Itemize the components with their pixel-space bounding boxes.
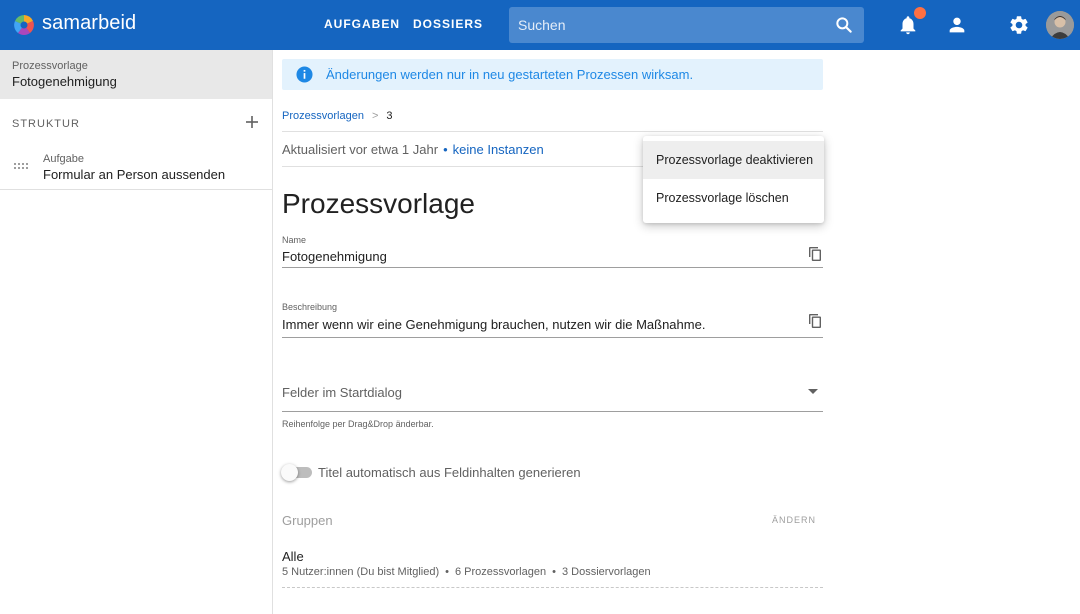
- top-app-bar: samarbeid AUFGABEN DOSSIERS: [0, 0, 1080, 50]
- description-label: Beschreibung: [282, 302, 338, 312]
- page-title: Prozessvorlage: [282, 188, 475, 219]
- name-label: Name: [282, 235, 307, 245]
- structure-heading: STRUKTUR: [12, 118, 80, 130]
- menu-item-delete[interactable]: Prozessvorlage löschen: [643, 179, 824, 217]
- nav-dossiers[interactable]: DOSSIERS: [413, 17, 483, 31]
- group-dossiers: 3 Dossiervorlagen: [561, 566, 651, 578]
- meta-dot: •: [443, 142, 448, 157]
- search-bar: [509, 7, 864, 43]
- sidebar-header-title: Fotogenehmigung: [12, 74, 117, 89]
- start-fields-select[interactable]: Felder im Startdialog: [282, 385, 402, 400]
- breadcrumb: Prozessvorlagen >3: [282, 110, 393, 122]
- breadcrumb-current: 3: [386, 110, 393, 122]
- meta-line: Aktualisiert vor etwa 1 Jahr • keine Insta…: [282, 142, 544, 157]
- context-menu: Prozessvorlage deaktivieren Prozessvorla…: [643, 136, 824, 223]
- structure-item-task[interactable]: Aufgabe Formular an Person aussenden: [0, 146, 272, 190]
- name-field[interactable]: Fotogenehmigung: [282, 249, 387, 264]
- info-text: Änderungen werden nur in neu gestarteten…: [326, 67, 694, 82]
- notification-badge: [914, 7, 926, 19]
- group-processes: 6 Prozessvorlagen: [454, 566, 547, 578]
- settings-gear-icon[interactable]: [1008, 14, 1030, 36]
- groups-heading: Gruppen: [282, 513, 333, 528]
- updated-text: Aktualisiert vor etwa 1 Jahr: [282, 142, 439, 157]
- toggle-knob: [281, 464, 298, 481]
- group-sep: •: [552, 566, 556, 578]
- search-icon[interactable]: [834, 15, 854, 35]
- breadcrumb-separator: >: [371, 110, 379, 122]
- search-input[interactable]: [518, 7, 828, 43]
- instances-link[interactable]: keine Instanzen: [453, 142, 544, 157]
- samarbeid-logo-icon[interactable]: [12, 13, 36, 37]
- nav-aufgaben[interactable]: AUFGABEN: [324, 17, 400, 31]
- group-name: Alle: [282, 549, 304, 564]
- auto-title-label: Titel automatisch aus Feldinhalten gener…: [318, 465, 581, 480]
- sidebar: Prozessvorlage Fotogenehmigung STRUKTUR …: [0, 50, 273, 614]
- dropdown-arrow-icon[interactable]: [808, 389, 818, 395]
- sidebar-header-type: Prozessvorlage: [12, 60, 88, 72]
- group-divider: [282, 587, 823, 588]
- divider: [282, 131, 823, 132]
- copy-icon[interactable]: [808, 246, 822, 262]
- group-meta: 5 Nutzer:innen (Du bist Mitglied) • 6 Proz…: [282, 566, 651, 578]
- structure-item-type: Aufgabe: [43, 153, 84, 165]
- info-banner: Änderungen werden nur in neu gestarteten…: [282, 59, 823, 90]
- person-icon[interactable]: [946, 14, 968, 36]
- group-members: 5 Nutzer:innen (Du bist Mitglied): [282, 566, 440, 578]
- description-field[interactable]: Immer wenn wir eine Genehmigung brauchen…: [282, 317, 705, 332]
- change-groups-button[interactable]: ÄNDERN: [772, 515, 816, 525]
- info-icon: [296, 66, 313, 83]
- drag-handle-icon[interactable]: [14, 162, 30, 170]
- start-fields-hint: Reihenfolge per Drag&Drop änderbar.: [282, 419, 434, 429]
- structure-item-label: Formular an Person aussenden: [43, 167, 226, 182]
- copy-icon[interactable]: [808, 313, 822, 329]
- breadcrumb-link[interactable]: Prozessvorlagen: [282, 110, 364, 122]
- menu-item-deactivate[interactable]: Prozessvorlage deaktivieren: [643, 141, 824, 179]
- add-icon[interactable]: [244, 114, 260, 130]
- group-sep: •: [445, 566, 449, 578]
- user-avatar[interactable]: [1046, 11, 1074, 39]
- start-fields-underline: [282, 411, 823, 412]
- sidebar-header[interactable]: Prozessvorlage Fotogenehmigung: [0, 50, 272, 99]
- brand-name[interactable]: samarbeid: [42, 12, 136, 35]
- auto-title-toggle[interactable]: [281, 464, 312, 481]
- name-underline: [282, 267, 823, 268]
- description-underline: [282, 337, 823, 338]
